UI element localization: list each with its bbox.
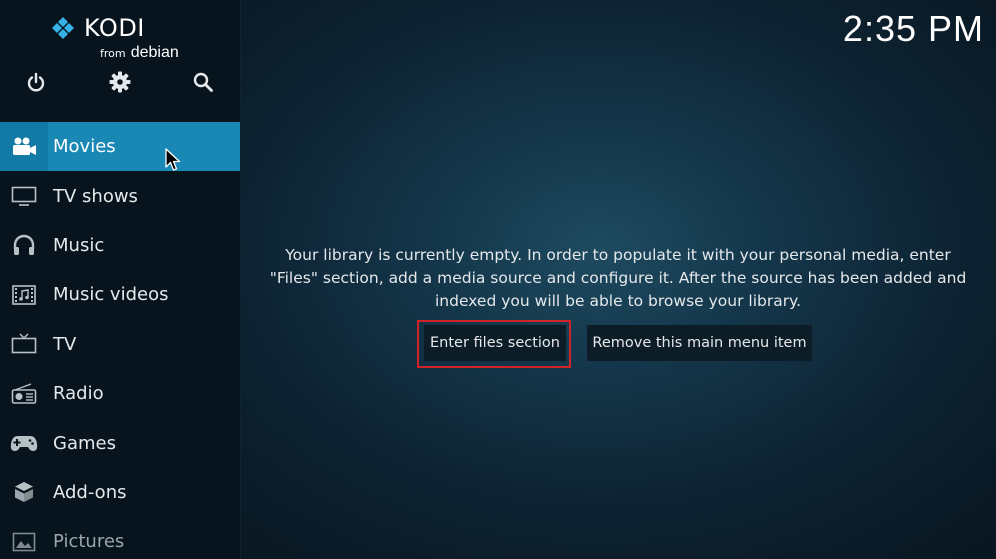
power-icon[interactable] [22, 68, 50, 96]
sidebar-item-music[interactable]: Music [0, 221, 240, 270]
sidebar: KODI from debian Movies TV shows Music M… [0, 0, 241, 559]
remove-menu-item-button[interactable]: Remove this main menu item [587, 325, 812, 361]
logo-subtitle: from debian [100, 42, 179, 62]
sidebar-item-label: Movies [53, 136, 116, 158]
sidebar-item-radio[interactable]: Radio [0, 369, 240, 418]
empty-library-message: Your library is currently empty. In orde… [262, 244, 974, 313]
settings-gear-icon[interactable] [106, 68, 134, 96]
logo-from-text: from [100, 47, 126, 60]
gamepad-icon [0, 419, 48, 468]
search-icon[interactable] [189, 68, 217, 96]
sidebar-item-label: Add-ons [53, 481, 127, 503]
sidebar-item-movies[interactable]: Movies [0, 122, 240, 172]
sidebar-item-label: Games [53, 432, 116, 454]
message-line: Your library is currently empty. In orde… [285, 246, 951, 264]
music-video-icon [0, 270, 48, 319]
mouse-cursor-icon [165, 148, 181, 171]
sidebar-item-label: Pictures [53, 531, 125, 553]
tv-icon [0, 320, 48, 369]
enter-files-section-button[interactable]: Enter files section [424, 325, 566, 361]
sidebar-item-music-videos[interactable]: Music videos [0, 270, 240, 319]
message-line: "Files" section, add a media source and … [269, 269, 967, 287]
sidebar-item-pictures[interactable]: Pictures [0, 517, 240, 559]
logo-title: KODI [84, 14, 145, 42]
monitor-icon [0, 172, 48, 221]
radio-icon [0, 369, 48, 418]
movie-camera-icon [0, 122, 48, 171]
kodi-logo-icon [52, 17, 74, 39]
logo-distro-text: debian [130, 44, 179, 61]
sidebar-item-label: Music [53, 234, 105, 256]
top-icon-bar [0, 66, 240, 98]
sidebar-item-label: Radio [53, 383, 104, 405]
sidebar-item-games[interactable]: Games [0, 418, 240, 467]
clock: 2:35 PM [842, 8, 984, 49]
action-buttons: Enter files section Remove this main men… [0, 325, 996, 365]
headphones-icon [0, 221, 48, 270]
sidebar-item-tv-shows[interactable]: TV shows [0, 171, 240, 220]
sidebar-item-label: TV [53, 333, 77, 355]
kodi-window: KODI from debian Movies TV shows Music M… [0, 0, 996, 559]
sidebar-item-add-ons[interactable]: Add-ons [0, 468, 240, 517]
addons-box-icon [0, 468, 48, 517]
kodi-logo: KODI from debian [48, 14, 188, 64]
sidebar-item-label: TV shows [53, 185, 138, 207]
sidebar-item-label: Music videos [53, 284, 169, 306]
message-line: indexed you will be able to browse your … [435, 292, 801, 310]
picture-icon [0, 517, 48, 559]
